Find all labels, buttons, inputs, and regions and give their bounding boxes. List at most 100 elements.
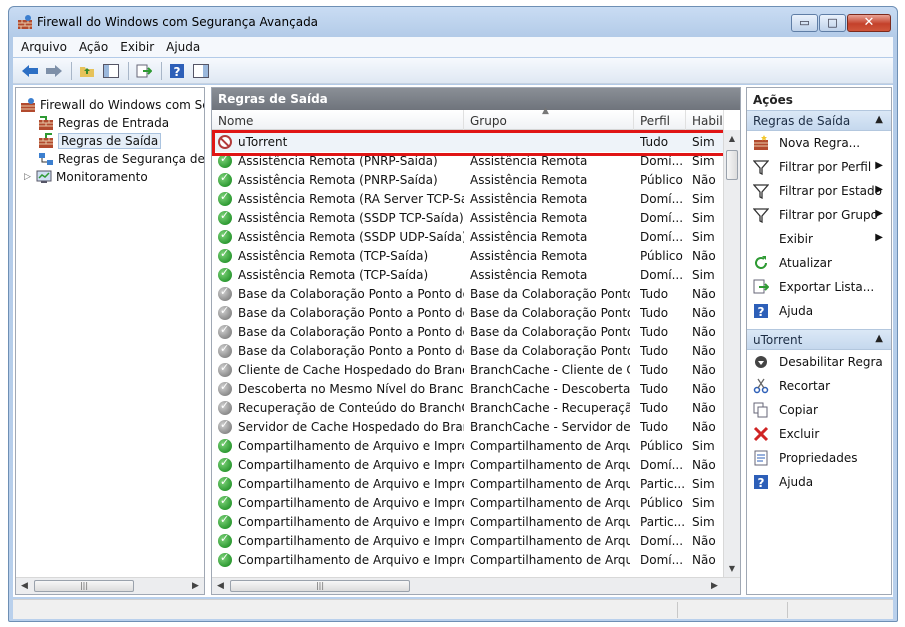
table-row[interactable]: Compartilhamento de Arquivo e Impress...…	[212, 513, 724, 532]
menu-acao[interactable]: Ação	[79, 40, 108, 54]
action-ajuda[interactable]: ? Ajuda	[747, 299, 891, 323]
scroll-left-icon[interactable]: ◀	[16, 578, 33, 594]
action-recortar[interactable]: Recortar	[747, 374, 891, 398]
table-row[interactable]: Compartilhamento de Arquivo e Impress...…	[212, 437, 724, 456]
table-row[interactable]: Compartilhamento de Arquivo e Impress...…	[212, 551, 724, 570]
action-exibir[interactable]: Exibir ▶	[747, 227, 891, 251]
table-row[interactable]: Descoberta no Mesmo Nível do BranchC... B…	[212, 380, 724, 399]
scroll-left-icon[interactable]: ◀	[212, 578, 229, 594]
cell-group: Base da Colaboração Ponto ...	[470, 325, 630, 339]
cell-profile: Domí...	[640, 211, 684, 225]
action-propriedades[interactable]: Propriedades	[747, 446, 891, 470]
table-row[interactable]: Assistência Remota (TCP-Saída) Assistênci…	[212, 266, 724, 285]
action-excluir[interactable]: Excluir	[747, 422, 891, 446]
rules-vertical-scrollbar[interactable]: ▲ ▼	[723, 130, 740, 577]
tree-root[interactable]: Firewall do Windows com Segurança Avança…	[20, 96, 204, 114]
scroll-thumb[interactable]	[726, 150, 738, 180]
column-header-enabled[interactable]: Habilitado	[686, 110, 724, 130]
table-row[interactable]: Recuperação de Conteúdo do BranchCac... B…	[212, 399, 724, 418]
action-atualizar[interactable]: Atualizar	[747, 251, 891, 275]
inbound-rules-icon	[38, 115, 54, 131]
scroll-thumb[interactable]: |||	[230, 580, 410, 592]
action-desabilitar-regra[interactable]: Desabilitar Regra	[747, 350, 891, 374]
table-row[interactable]: Compartilhamento de Arquivo e Impress...…	[212, 475, 724, 494]
help-button[interactable]: ?	[166, 61, 188, 81]
section-title: Regras de Saída	[753, 114, 851, 128]
table-row[interactable]: Base da Colaboração Ponto a Ponto do ...…	[212, 285, 724, 304]
menu-arquivo[interactable]: Arquivo	[21, 40, 67, 54]
cell-name: Compartilhamento de Arquivo e Impress...	[238, 458, 464, 472]
tree-item-monitoring[interactable]: ▷ Monitoramento	[24, 168, 148, 186]
export-button[interactable]	[133, 61, 155, 81]
action-filtrar-por-perfil[interactable]: Filtrar por Perfil ▶	[747, 155, 891, 179]
tree-horizontal-scrollbar[interactable]: ◀ ||| ▶	[16, 577, 204, 594]
table-row[interactable]: Compartilhamento de Arquivo e Impress...…	[212, 456, 724, 475]
cell-name: Compartilhamento de Arquivo e Impress...	[238, 515, 464, 529]
table-row[interactable]: Assistência Remota (SSDP TCP-Saída) Assis…	[212, 209, 724, 228]
action-filtrar-por-estado[interactable]: Filtrar por Estado ▶	[747, 179, 891, 203]
show-hide-tree-button[interactable]	[100, 61, 122, 81]
action-ajuda[interactable]: ? Ajuda	[747, 470, 891, 494]
tree-item-inbound[interactable]: Regras de Entrada	[38, 114, 169, 132]
action-filtrar-por-grupo[interactable]: Filtrar por Grupo ▶	[747, 203, 891, 227]
cell-profile: Tudo	[640, 325, 669, 339]
rules-horizontal-scrollbar[interactable]: ◀ ||| ▶	[212, 577, 740, 594]
menu-exibir[interactable]: Exibir	[120, 40, 154, 54]
up-folder-button[interactable]	[76, 61, 98, 81]
firewall-icon	[20, 97, 36, 113]
table-row[interactable]: Assistência Remota (TCP-Saída) Assistênci…	[212, 247, 724, 266]
table-row[interactable]: Servidor de Cache Hospedado do Branch...…	[212, 418, 724, 437]
cell-enabled: Não	[692, 382, 716, 396]
table-row[interactable]: Assistência Remota (SSDP UDP-Saída) Assis…	[212, 228, 724, 247]
allow-rule-enabled-icon	[218, 437, 232, 453]
table-row[interactable]: Compartilhamento de Arquivo e Impress...…	[212, 532, 724, 551]
forward-button[interactable]	[43, 61, 65, 81]
title-bar: Firewall do Windows com Segurança Avança…	[9, 7, 897, 37]
table-row[interactable]: Base da Colaboração Ponto a Ponto do ...…	[212, 323, 724, 342]
actions-section-utorrent[interactable]: uTorrent ▲	[747, 329, 891, 350]
scroll-down-icon[interactable]: ▼	[724, 560, 740, 577]
tree-item-connection-security[interactable]: Regras de Segurança de Conexão	[38, 150, 204, 168]
action-exportar-lista[interactable]: Exportar Lista...	[747, 275, 891, 299]
tree-item-outbound[interactable]: Regras de Saída	[38, 132, 162, 150]
table-row[interactable]: Assistência Remota (RA Server TCP-Saída)…	[212, 190, 724, 209]
collapse-icon[interactable]: ▲	[875, 114, 883, 125]
table-row[interactable]: Base da Colaboração Ponto a Ponto do ...…	[212, 304, 724, 323]
action-nova-regra[interactable]: Nova Regra...	[747, 131, 891, 155]
show-hide-action-pane-button[interactable]	[190, 61, 212, 81]
column-header-name[interactable]: Nome	[212, 110, 464, 130]
table-row[interactable]: Cliente de Cache Hospedado do Branch... B…	[212, 361, 724, 380]
menu-ajuda[interactable]: Ajuda	[166, 40, 200, 54]
close-button[interactable]: ✕	[847, 14, 891, 32]
expand-arrow-icon[interactable]: ▷	[24, 172, 36, 182]
scroll-up-icon[interactable]: ▲	[724, 130, 740, 147]
back-button[interactable]	[19, 61, 41, 81]
maximize-button[interactable]: □	[819, 14, 846, 32]
actions-section-outbound-items: Nova Regra... Filtrar por Perfil ▶ Filtrar …	[747, 131, 891, 323]
cell-name: Base da Colaboração Ponto a Ponto do ...	[238, 306, 464, 320]
column-header-group[interactable]: Grupo	[464, 110, 634, 130]
minimize-button[interactable]: ▭	[791, 14, 818, 32]
cell-profile: Domí...	[640, 553, 684, 567]
allow-rule-disabled-icon	[218, 342, 232, 358]
cell-name: Compartilhamento de Arquivo e Impress...	[238, 496, 464, 510]
scroll-right-icon[interactable]: ▶	[706, 578, 723, 594]
actions-section-outbound[interactable]: Regras de Saída ▲	[747, 110, 891, 131]
filter-icon	[753, 183, 769, 199]
scroll-right-icon[interactable]: ▶	[187, 578, 204, 594]
action-copiar[interactable]: Copiar	[747, 398, 891, 422]
cell-group: Assistência Remota	[470, 192, 588, 206]
export-icon	[753, 279, 769, 295]
column-header-profile[interactable]: Perfil	[634, 110, 686, 130]
cell-profile: Domí...	[640, 458, 684, 472]
cell-name: Compartilhamento de Arquivo e Impress...	[238, 534, 464, 548]
table-row[interactable]: Compartilhamento de Arquivo e Impress...…	[212, 494, 724, 513]
table-row[interactable]: Assistência Remota (PNRP-Saída) Assistênc…	[212, 171, 724, 190]
export-list-icon	[136, 64, 152, 77]
cell-enabled: Sim	[692, 211, 715, 225]
table-row[interactable]: Base da Colaboração Ponto a Ponto do ...…	[212, 342, 724, 361]
copy-icon	[753, 402, 769, 418]
scroll-thumb[interactable]: |||	[34, 580, 134, 592]
collapse-icon[interactable]: ▲	[875, 333, 883, 344]
allow-rule-enabled-icon	[218, 247, 232, 263]
